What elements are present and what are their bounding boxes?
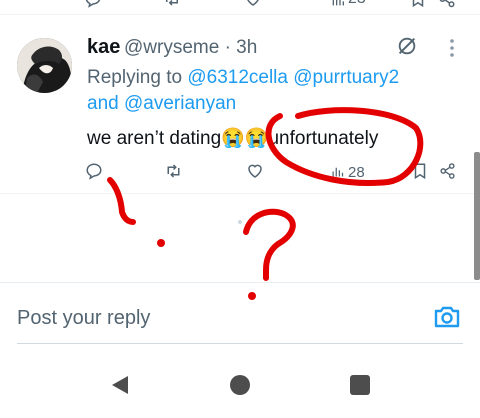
red-annotation-overlay xyxy=(107,107,424,300)
recents-icon[interactable] xyxy=(350,375,370,395)
annotation-exclamation-stroke xyxy=(107,177,136,225)
home-icon[interactable] xyxy=(229,374,251,396)
annotation-circle xyxy=(265,107,424,187)
annotation-question-stroke xyxy=(243,208,296,281)
annotation-exclamation-dot xyxy=(157,239,165,247)
annotation-question-dot xyxy=(248,292,256,300)
back-icon[interactable] xyxy=(108,374,130,396)
system-navigation-bar xyxy=(0,360,480,418)
